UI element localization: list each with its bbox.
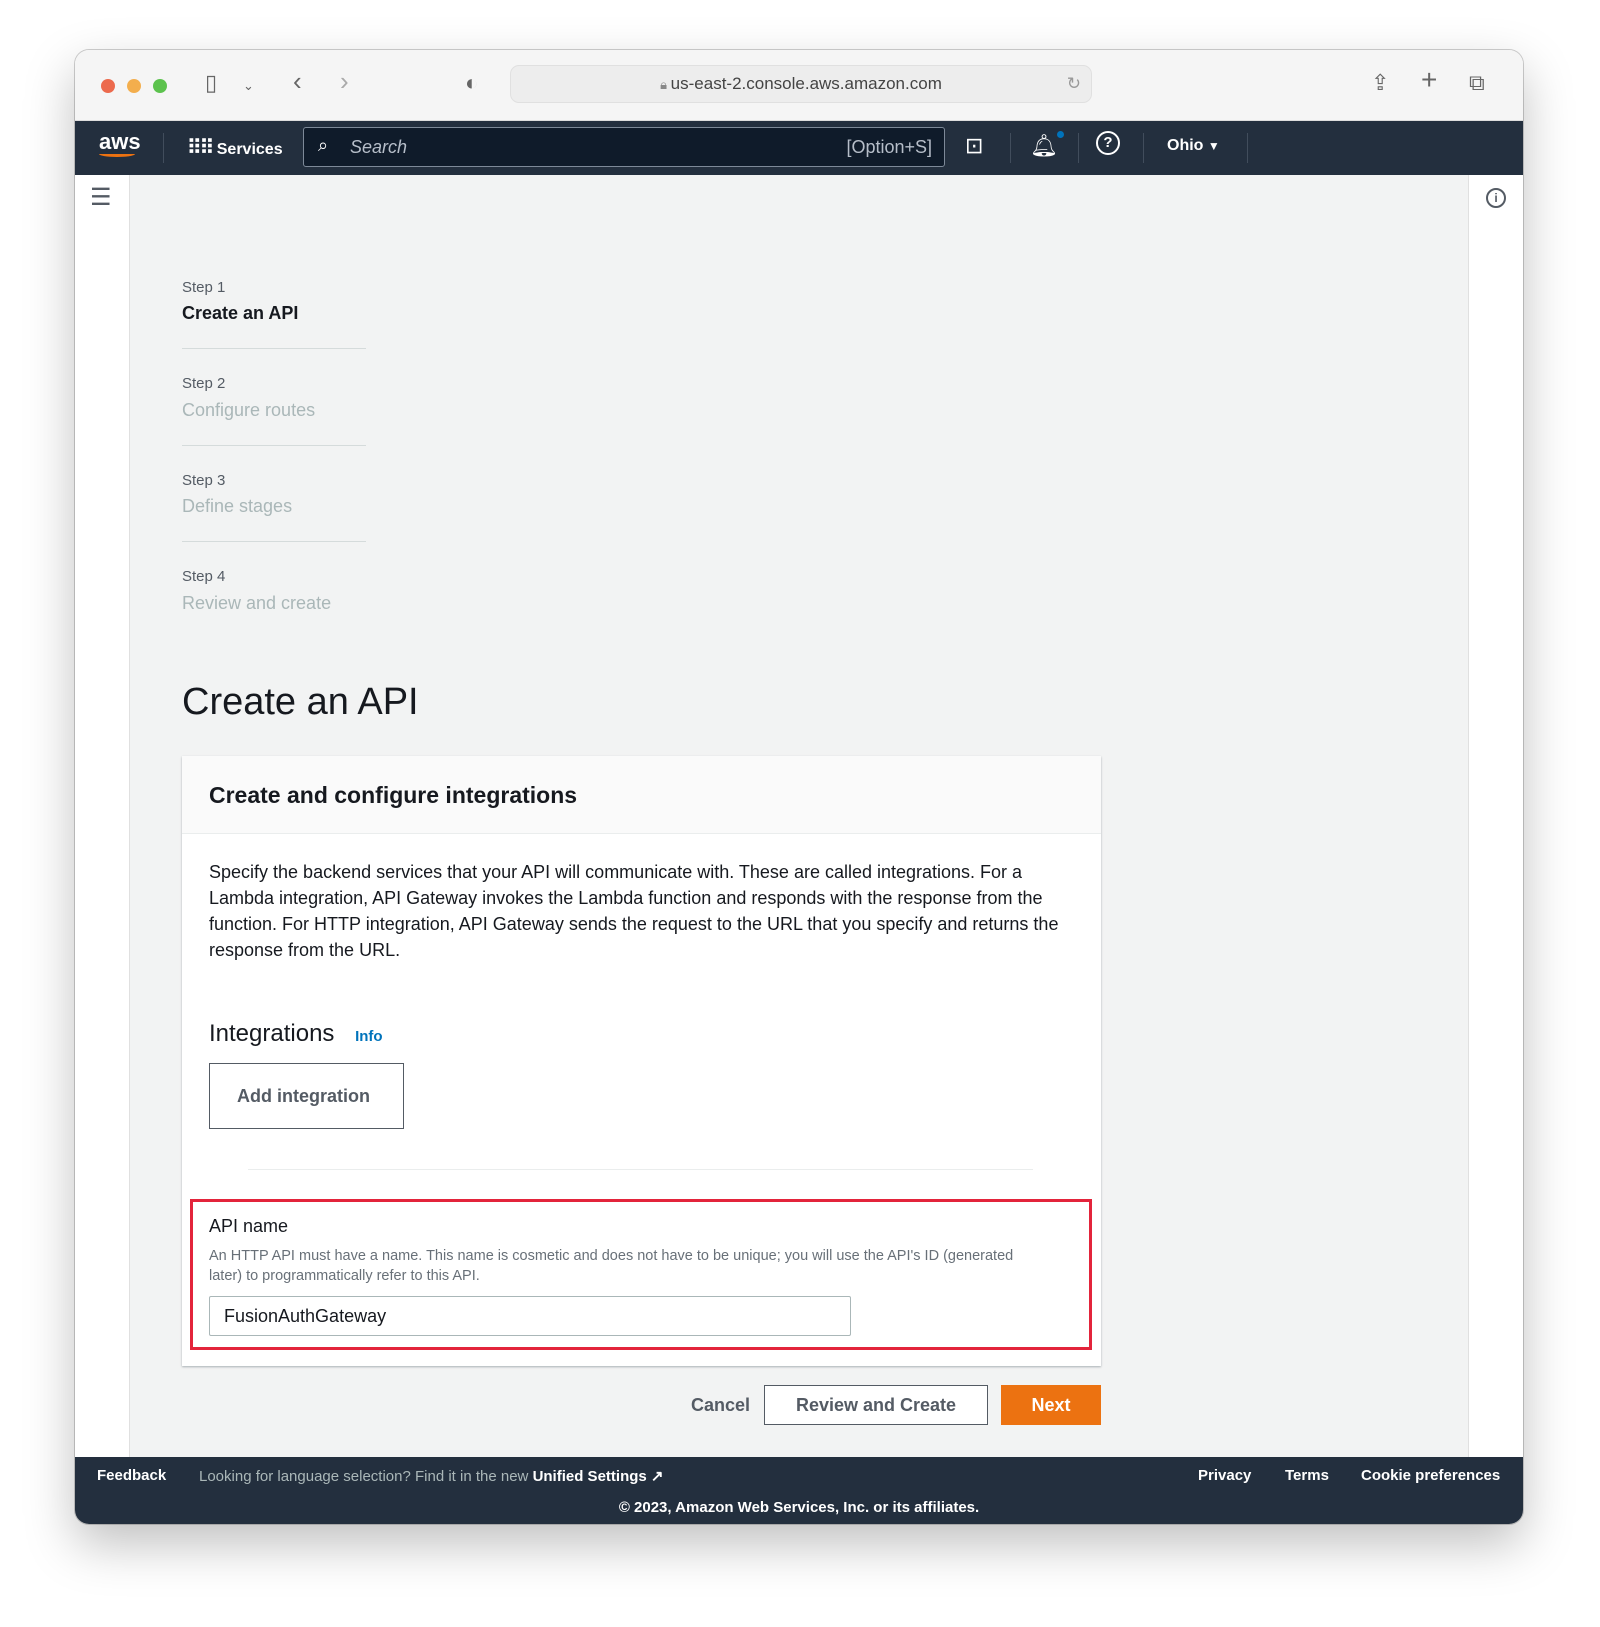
api-name-highlight: API name An HTTP API must have a name. T… xyxy=(190,1199,1092,1350)
services-label: Services xyxy=(216,141,283,158)
close-window-button[interactable] xyxy=(101,79,115,93)
feedback-link[interactable]: Feedback xyxy=(97,1467,166,1484)
add-integration-button[interactable]: Add integration xyxy=(209,1063,404,1129)
lock-icon: 🔒︎ xyxy=(660,77,671,92)
language-prompt: Looking for language selection? Find it … xyxy=(199,1468,529,1485)
api-name-help: An HTTP API must have a name. This name … xyxy=(209,1248,1014,1284)
search-placeholder: Search xyxy=(350,137,408,157)
browser-toolbar: ▯ ⌄ ‹ › ◐ 🔒︎ us-east-2.console.aws.amazo… xyxy=(75,50,1523,121)
page-title: Create an API xyxy=(182,681,419,723)
search-shortcut: [Option+S] xyxy=(846,137,932,157)
next-button[interactable]: Next xyxy=(1001,1385,1101,1425)
main-content: ☰ i Step 1 Create an API Step 2 Configur… xyxy=(75,175,1523,1457)
external-link-icon: ↗ xyxy=(650,1468,664,1485)
region-label: Ohio xyxy=(1167,137,1204,154)
right-rail: i xyxy=(1468,175,1523,1457)
step-1-link: Create an API xyxy=(182,303,299,323)
info-link[interactable]: Info xyxy=(355,1028,383,1045)
region-selector[interactable]: Ohio ▼ xyxy=(1167,137,1220,155)
aws-logo[interactable]: aws xyxy=(99,129,141,157)
aws-top-nav: aws ⠿⠿ Services ⌕ Search [Option+S] ⊡ 🔔︎… xyxy=(75,121,1523,175)
share-icon[interactable]: ⇪ xyxy=(1371,70,1389,96)
divider xyxy=(248,1169,1033,1170)
integrations-heading: Integrations Info xyxy=(209,1020,383,1048)
reload-icon[interactable]: ↻ xyxy=(1067,66,1081,102)
bell-icon[interactable]: 🔔︎ xyxy=(1030,133,1058,159)
info-panel-icon[interactable]: i xyxy=(1486,188,1506,208)
api-name-label: API name xyxy=(209,1216,289,1236)
caret-down-icon: ▼ xyxy=(1207,139,1220,153)
left-rail: ☰ xyxy=(75,175,130,1457)
language-notice: Looking for language selection? Find it … xyxy=(199,1467,663,1485)
step-label: Step 1 xyxy=(182,279,226,296)
copyright: © 2023, Amazon Web Services, Inc. or its… xyxy=(618,1499,980,1516)
logo-text: aws xyxy=(99,129,141,154)
grid-icon: ⠿⠿ xyxy=(187,137,214,159)
chevron-down-icon[interactable]: ⌄ xyxy=(243,78,254,94)
unified-settings-link[interactable]: Unified Settings xyxy=(533,1468,647,1485)
step-label: Step 4 xyxy=(182,568,226,585)
maximize-window-button[interactable] xyxy=(153,79,167,93)
menu-icon[interactable]: ☰ xyxy=(90,183,112,212)
tabs-overview-icon[interactable]: ⧉ xyxy=(1469,70,1485,96)
minimize-window-button[interactable] xyxy=(127,79,141,93)
cancel-button[interactable]: Cancel xyxy=(691,1395,750,1416)
sidebar-toggle-icon[interactable]: ▯ xyxy=(205,70,217,96)
terms-link[interactable]: Terms xyxy=(1285,1467,1329,1484)
review-and-create-button[interactable]: Review and Create xyxy=(764,1385,988,1425)
shield-icon[interactable]: ◐ xyxy=(465,70,478,96)
step-3-link: Define stages xyxy=(182,496,293,516)
back-icon[interactable]: ‹ xyxy=(293,66,302,97)
api-name-input[interactable] xyxy=(209,1296,851,1336)
panel-description: Specify the backend services that your A… xyxy=(209,862,1059,960)
cloudshell-icon[interactable]: ⊡ xyxy=(965,133,983,159)
services-menu[interactable]: ⠿⠿ Services xyxy=(187,135,283,160)
step-label: Step 2 xyxy=(182,375,226,392)
help-icon[interactable]: ? xyxy=(1096,131,1120,155)
step-label: Step 3 xyxy=(182,472,226,489)
panel-title: Create and configure integrations xyxy=(182,756,1101,834)
privacy-link[interactable]: Privacy xyxy=(1198,1467,1251,1484)
forward-icon[interactable]: › xyxy=(340,66,349,97)
integrations-title: Integrations xyxy=(209,1020,335,1047)
url-text: us-east-2.console.aws.amazon.com xyxy=(670,74,942,93)
search-input[interactable]: ⌕ Search [Option+S] xyxy=(303,127,945,167)
notification-dot xyxy=(1057,131,1064,138)
cookie-preferences-link[interactable]: Cookie preferences xyxy=(1361,1467,1500,1484)
step-4-link: Review and create xyxy=(182,593,332,613)
footer: Feedback Looking for language selection?… xyxy=(75,1457,1523,1524)
browser-window: ▯ ⌄ ‹ › ◐ 🔒︎ us-east-2.console.aws.amazo… xyxy=(75,50,1523,1524)
address-bar[interactable]: 🔒︎ us-east-2.console.aws.amazon.com ↻ xyxy=(510,65,1092,103)
step-2-link: Configure routes xyxy=(182,400,316,420)
new-tab-icon[interactable]: + xyxy=(1421,64,1437,96)
search-icon: ⌕ xyxy=(318,135,329,155)
integrations-panel: Create and configure integrations Specif… xyxy=(182,756,1101,1366)
